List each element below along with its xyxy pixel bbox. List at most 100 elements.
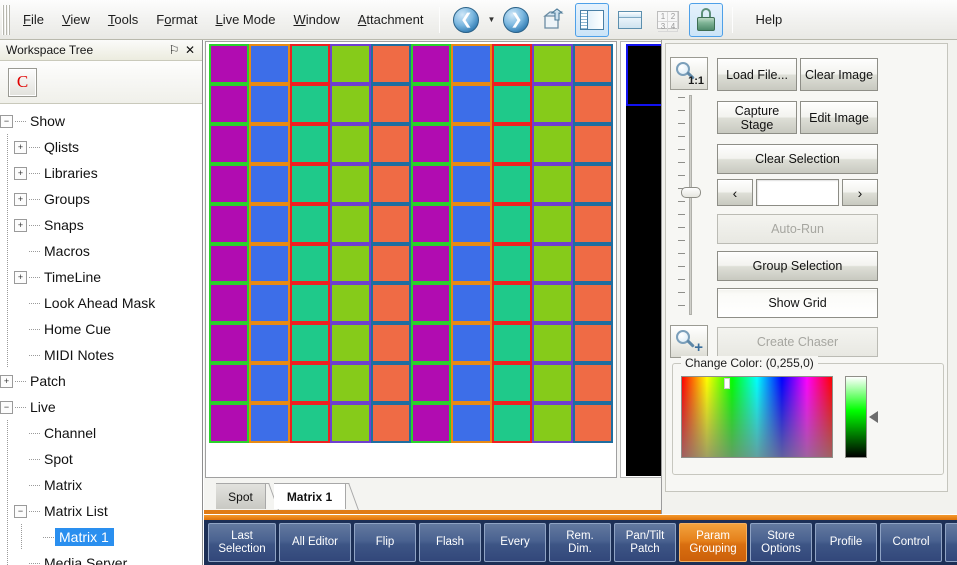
- matrix-cell[interactable]: [532, 283, 573, 324]
- matrix-cell[interactable]: [572, 323, 613, 364]
- bottom-button-profile[interactable]: Profile: [815, 523, 877, 562]
- auto-run-button[interactable]: Auto-Run: [717, 214, 878, 244]
- close-icon[interactable]: ✕: [182, 43, 198, 57]
- matrix-cell[interactable]: [532, 44, 573, 84]
- matrix-cell[interactable]: [209, 243, 250, 284]
- matrix-cell[interactable]: [289, 363, 331, 404]
- matrix-cell[interactable]: [370, 44, 411, 84]
- show-grid-button[interactable]: Show Grid: [717, 288, 878, 318]
- clear-selection-button[interactable]: Clear Selection: [717, 144, 878, 174]
- matrix-cell[interactable]: [370, 403, 411, 443]
- matrix-cell[interactable]: [411, 363, 452, 404]
- bottom-button-every[interactable]: Every: [484, 523, 546, 562]
- tree-item-show[interactable]: − Show: [0, 108, 202, 134]
- matrix-cell[interactable]: [209, 123, 250, 164]
- matrix-cell[interactable]: [491, 403, 533, 443]
- matrix-cell[interactable]: [249, 363, 290, 404]
- capture-stage-button[interactable]: Capture Stage: [717, 101, 797, 134]
- pin-icon[interactable]: ⚐: [166, 43, 182, 57]
- scrollbar-track[interactable]: [626, 44, 664, 476]
- matrix-cell[interactable]: [451, 243, 492, 284]
- matrix-cell[interactable]: [411, 403, 452, 443]
- matrix-cell[interactable]: [330, 44, 371, 84]
- menu-attachment[interactable]: Attachment: [349, 7, 433, 32]
- tree-item-matrix-list[interactable]: − Matrix List: [0, 498, 202, 524]
- matrix-canvas-panel[interactable]: [205, 41, 617, 478]
- grid-1234-icon[interactable]: 1 2 3 4: [651, 3, 685, 37]
- matrix-cell[interactable]: [330, 283, 371, 324]
- bottom-button-rem-dim[interactable]: Rem. Dim.: [549, 523, 611, 562]
- matrix-cell[interactable]: [532, 403, 573, 443]
- matrix-cell[interactable]: [370, 163, 411, 204]
- matrix-cell[interactable]: [289, 163, 331, 204]
- menu-view[interactable]: View: [53, 7, 99, 32]
- matrix-cell[interactable]: [451, 83, 492, 124]
- matrix-cell[interactable]: [249, 203, 290, 244]
- matrix-cell[interactable]: [289, 44, 331, 84]
- menu-format[interactable]: Format: [147, 7, 206, 32]
- next-button[interactable]: ›: [842, 179, 878, 206]
- tree-item-qlists[interactable]: + Qlists: [0, 134, 202, 160]
- matrix-cell[interactable]: [532, 163, 573, 204]
- collapse-icon[interactable]: −: [0, 400, 13, 414]
- matrix-cell[interactable]: [289, 403, 331, 443]
- tree-item-home-cue[interactable]: Home Cue: [0, 316, 202, 342]
- toolbar-grip[interactable]: [2, 4, 11, 35]
- matrix-cell[interactable]: [491, 283, 533, 324]
- menu-live-mode[interactable]: Live Mode: [206, 7, 284, 32]
- bottom-button-control[interactable]: Control: [880, 523, 942, 562]
- zoom-in-button[interactable]: +: [670, 325, 708, 358]
- bottom-button-flash[interactable]: Flash: [419, 523, 481, 562]
- menu-help[interactable]: Help: [746, 7, 791, 32]
- expand-icon[interactable]: +: [14, 218, 27, 232]
- matrix-cell[interactable]: [209, 403, 250, 443]
- matrix-cell[interactable]: [411, 44, 452, 84]
- matrix-cell[interactable]: [330, 83, 371, 124]
- matrix-cell[interactable]: [411, 283, 452, 324]
- matrix-cell[interactable]: [572, 403, 613, 443]
- matrix-cell[interactable]: [209, 163, 250, 204]
- matrix-cell[interactable]: [532, 123, 573, 164]
- back-arrow-icon[interactable]: ❮: [449, 3, 483, 37]
- matrix-cell[interactable]: [330, 363, 371, 404]
- matrix-cell[interactable]: [411, 203, 452, 244]
- tree-item-macros[interactable]: Macros: [0, 238, 202, 264]
- tree-item-look-ahead-mask[interactable]: Look Ahead Mask: [0, 290, 202, 316]
- tree-item-timeline[interactable]: + TimeLine: [0, 264, 202, 290]
- matrix-cell[interactable]: [370, 203, 411, 244]
- matrix-cell[interactable]: [411, 323, 452, 364]
- matrix-cell[interactable]: [572, 243, 613, 284]
- expand-icon[interactable]: +: [14, 192, 27, 206]
- bottom-button-all-editor[interactable]: All Editor: [279, 523, 351, 562]
- selection-text-field[interactable]: [756, 179, 839, 206]
- matrix-cell[interactable]: [451, 323, 492, 364]
- matrix-cell[interactable]: [289, 123, 331, 164]
- matrix-cell[interactable]: [411, 163, 452, 204]
- matrix-cell[interactable]: [572, 203, 613, 244]
- matrix-cell[interactable]: [249, 323, 290, 364]
- color-value-arrow-icon[interactable]: [869, 411, 878, 423]
- color-spectrum-marker[interactable]: [724, 378, 730, 389]
- bottom-button-flip[interactable]: Flip: [354, 523, 416, 562]
- matrix-cell[interactable]: [491, 243, 533, 284]
- side-panel-icon[interactable]: [575, 2, 610, 37]
- lock-icon[interactable]: [689, 2, 724, 37]
- bottom-button-last-selection[interactable]: Last Selection: [208, 523, 276, 562]
- tree-item-matrix-1[interactable]: Matrix 1: [0, 524, 202, 550]
- matrix-cell[interactable]: [289, 243, 331, 284]
- matrix-cell[interactable]: [491, 363, 533, 404]
- matrix-cell[interactable]: [249, 83, 290, 124]
- prev-button[interactable]: ‹: [717, 179, 753, 206]
- matrix-cell[interactable]: [249, 123, 290, 164]
- matrix-cell[interactable]: [451, 363, 492, 404]
- matrix-cell[interactable]: [411, 243, 452, 284]
- matrix-cell[interactable]: [370, 283, 411, 324]
- zoom-reset-button[interactable]: 1:1: [670, 57, 708, 90]
- clear-image-button[interactable]: Clear Image: [800, 58, 878, 91]
- matrix-cell[interactable]: [491, 123, 533, 164]
- matrix-cell[interactable]: [209, 203, 250, 244]
- menu-tools[interactable]: Tools: [99, 7, 147, 32]
- matrix-cell[interactable]: [532, 83, 573, 124]
- matrix-cell[interactable]: [532, 323, 573, 364]
- bottom-button-pan-tilt-patch[interactable]: Pan/Tilt Patch: [614, 523, 676, 562]
